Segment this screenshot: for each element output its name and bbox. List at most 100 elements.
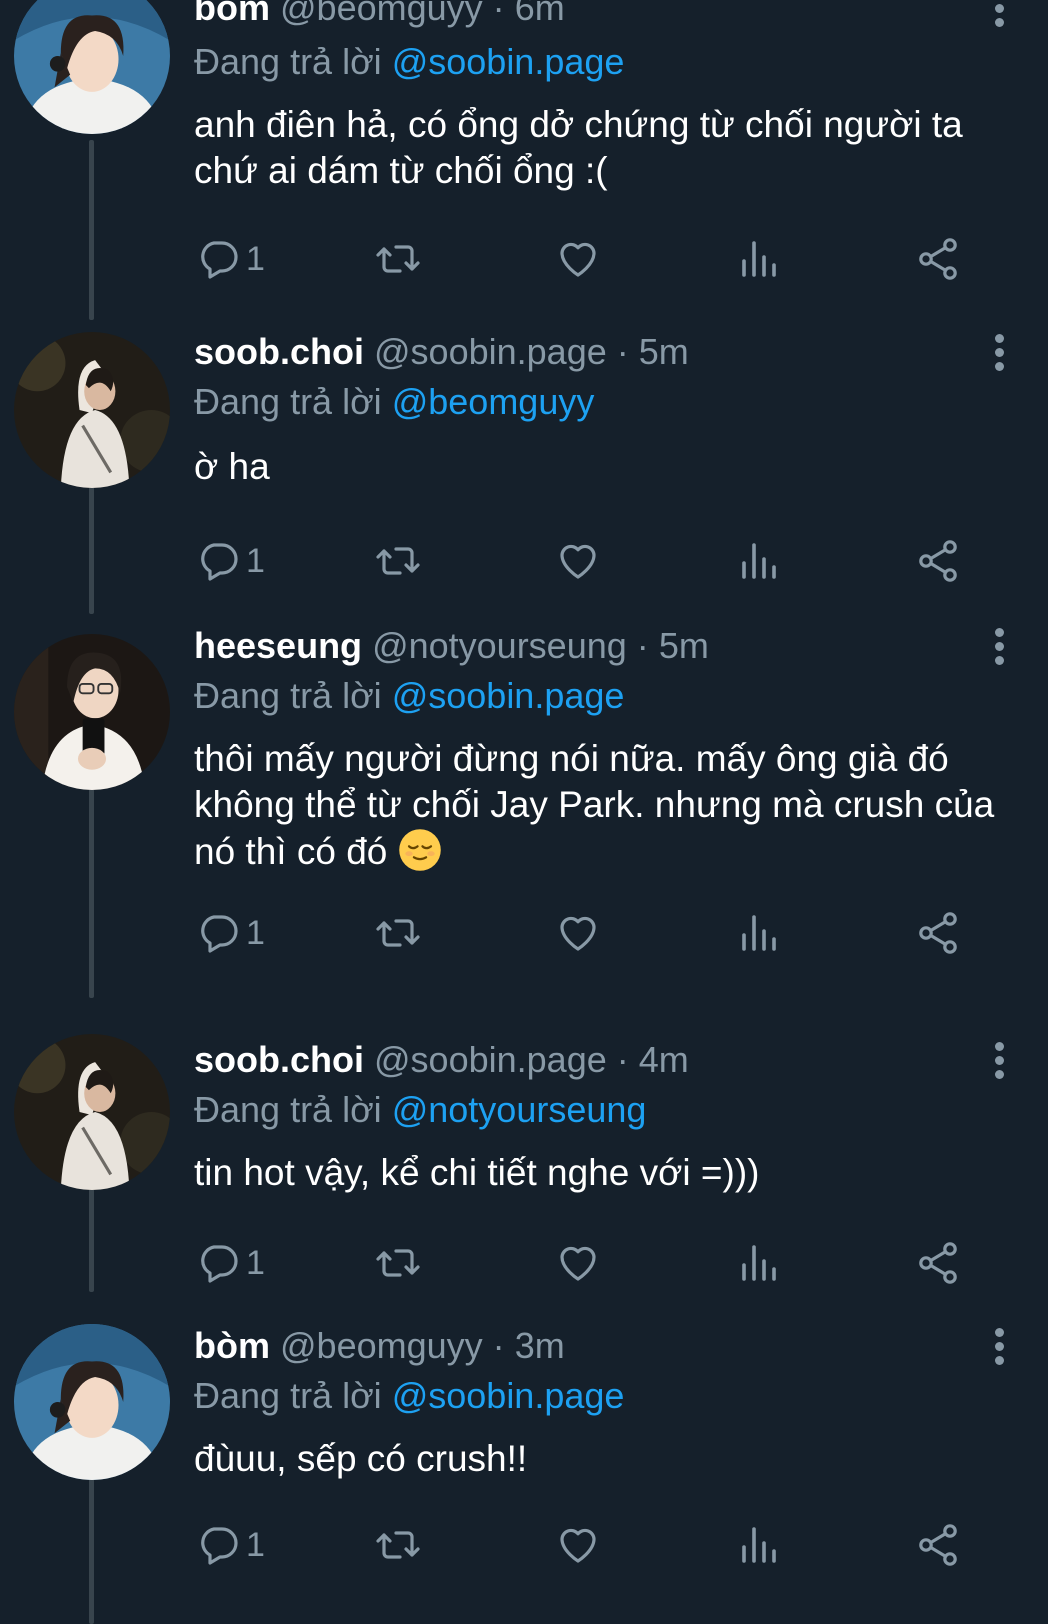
reply-button[interactable]: 1: [194, 1238, 265, 1288]
avatar[interactable]: [14, 1324, 170, 1480]
like-button[interactable]: [554, 908, 602, 958]
retweet-button[interactable]: [374, 234, 422, 284]
separator: ·: [492, 1325, 505, 1366]
separator: ·: [616, 331, 629, 372]
avatar[interactable]: [14, 1034, 170, 1190]
share-button[interactable]: [914, 908, 962, 958]
analytics-icon: [742, 543, 776, 579]
more-options-button[interactable]: [992, 0, 1006, 30]
tweet-text: thôi mấy người đừng nói nữa. mấy ông già…: [194, 736, 1014, 875]
timestamp[interactable]: 6m: [515, 0, 565, 28]
tweet-text: tin hot vậy, kể chi tiết nghe với =))): [194, 1152, 760, 1193]
user-handle[interactable]: @soobin.page: [374, 331, 607, 372]
reply-icon: [201, 543, 238, 581]
analytics-button[interactable]: [734, 1520, 782, 1570]
user-handle[interactable]: @beomguyy: [280, 0, 483, 28]
reply-mention-link[interactable]: @soobin.page: [392, 675, 625, 716]
separator: ·: [492, 0, 505, 28]
tweet-actions: 1: [194, 536, 1004, 586]
like-button[interactable]: [554, 234, 602, 284]
analytics-button[interactable]: [734, 1238, 782, 1288]
avatar-image: [14, 1324, 170, 1480]
tweet[interactable]: bòm @beomguyy · 3m Đang trả lời @soobin.…: [0, 1324, 1048, 1624]
timestamp[interactable]: 5m: [639, 331, 689, 372]
more-options-icon: [994, 627, 1004, 637]
tweet-actions: 1: [194, 908, 1004, 958]
tweet-header: bòm @beomguyy · 6m: [194, 0, 978, 30]
user-handle[interactable]: @soobin.page: [374, 1039, 607, 1080]
analytics-button[interactable]: [734, 536, 782, 586]
share-button[interactable]: [914, 234, 962, 284]
reply-button[interactable]: 1: [194, 234, 265, 284]
like-button[interactable]: [554, 536, 602, 586]
replying-to: Đang trả lời @soobin.page: [194, 674, 624, 718]
avatar[interactable]: [14, 634, 170, 790]
like-button[interactable]: [554, 1520, 602, 1570]
like-icon: [560, 916, 596, 951]
display-name[interactable]: bòm: [194, 0, 270, 28]
reply-mention-link[interactable]: @notyourseung: [392, 1089, 647, 1130]
reply-count: 1: [246, 541, 265, 580]
reply-count: 1: [246, 913, 265, 952]
analytics-button[interactable]: [734, 908, 782, 958]
tweet-actions: 1: [194, 1238, 1004, 1288]
share-button[interactable]: [914, 536, 962, 586]
more-options-button[interactable]: [992, 1038, 1006, 1082]
retweet-button[interactable]: [374, 1238, 422, 1288]
retweet-icon: [376, 919, 420, 947]
display-name[interactable]: bòm: [194, 1325, 270, 1366]
display-name[interactable]: heeseung: [194, 625, 362, 666]
more-options-button[interactable]: [992, 1324, 1006, 1368]
reply-mention-link[interactable]: @soobin.page: [392, 41, 625, 82]
retweet-button[interactable]: [374, 1520, 422, 1570]
avatar-image: [14, 332, 170, 488]
user-handle[interactable]: @beomguyy: [280, 1325, 483, 1366]
analytics-button[interactable]: [734, 234, 782, 284]
display-name[interactable]: soob.choi: [194, 331, 364, 372]
reply-mention-link[interactable]: @beomguyy: [392, 381, 595, 422]
replying-to-label: Đang trả lời: [194, 1375, 382, 1416]
like-icon: [560, 1528, 596, 1563]
reply-button[interactable]: 1: [194, 1520, 265, 1570]
share-icon: [919, 540, 957, 582]
like-button[interactable]: [554, 1238, 602, 1288]
avatar[interactable]: [14, 0, 170, 134]
share-icon: [919, 1242, 957, 1284]
timestamp[interactable]: 5m: [659, 625, 709, 666]
retweet-icon: [376, 1249, 420, 1277]
share-button[interactable]: [914, 1520, 962, 1570]
user-handle[interactable]: @notyourseung: [372, 625, 627, 666]
retweet-button[interactable]: [374, 908, 422, 958]
share-button[interactable]: [914, 1238, 962, 1288]
tweet-text: đùuu, sếp có crush!!: [194, 1438, 528, 1479]
more-options-button[interactable]: [992, 330, 1006, 374]
reply-mention-link[interactable]: @soobin.page: [392, 1375, 625, 1416]
reply-icon: [201, 1245, 238, 1283]
replying-to: Đang trả lời @beomguyy: [194, 380, 594, 424]
share-icon: [919, 912, 957, 954]
replying-to-label: Đang trả lời: [194, 1089, 382, 1130]
retweet-button[interactable]: [374, 536, 422, 586]
more-options-icon: [994, 333, 1004, 343]
tweet-text: ờ ha: [194, 446, 270, 487]
replying-to: Đang trả lời @notyourseung: [194, 1088, 646, 1132]
avatar[interactable]: [14, 332, 170, 488]
more-options-button[interactable]: [992, 624, 1006, 668]
tweet[interactable]: bòm @beomguyy · 6m Đang trả lời @soobin.…: [0, 0, 1048, 320]
reply-button[interactable]: 1: [194, 908, 265, 958]
tweet-actions: 1: [194, 1520, 1004, 1570]
analytics-icon: [742, 1527, 776, 1563]
reply-icon: [201, 915, 238, 953]
avatar-image: [14, 1034, 170, 1190]
timestamp[interactable]: 4m: [639, 1039, 689, 1080]
tweet[interactable]: soob.choi @soobin.page · 4m Đang trả lời…: [0, 1030, 1048, 1310]
timestamp[interactable]: 3m: [515, 1325, 565, 1366]
tweet[interactable]: heeseung @notyourseung · 5m Đang trả lời…: [0, 625, 1048, 1002]
reply-count: 1: [246, 1525, 265, 1564]
more-options-icon: [994, 1327, 1004, 1337]
display-name[interactable]: soob.choi: [194, 1039, 364, 1080]
separator: ·: [616, 1039, 629, 1080]
replying-to-label: Đang trả lời: [194, 41, 382, 82]
reply-button[interactable]: 1: [194, 536, 265, 586]
tweet[interactable]: soob.choi @soobin.page · 5m Đang trả lời…: [0, 330, 1048, 620]
